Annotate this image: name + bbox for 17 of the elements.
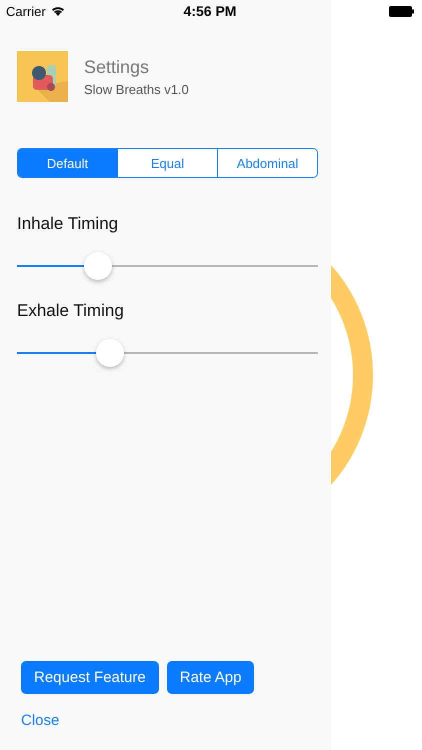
slider-thumb[interactable] [84, 252, 112, 280]
status-time: 4:56 PM [184, 3, 236, 19]
app-logo [17, 51, 68, 102]
settings-title: Settings [84, 56, 150, 78]
action-button[interactable]: Request Feature [21, 661, 159, 694]
slider-label: Inhale Timing [17, 214, 120, 234]
slider-thumb[interactable] [96, 339, 124, 367]
segment-tab[interactable]: Default [18, 149, 117, 177]
battery-icon [389, 6, 414, 16]
wifi-icon [50, 6, 65, 16]
action-button[interactable]: Rate App [166, 661, 254, 694]
segment-tab[interactable]: Abdominal [217, 149, 317, 177]
slider-label: Exhale Timing [17, 301, 125, 321]
close-link[interactable]: Close [21, 712, 60, 729]
segment-tab[interactable]: Equal [117, 149, 217, 177]
carrier-label: Carrier [6, 4, 46, 18]
app-version: Slow Breaths v1.0 [84, 82, 189, 96]
